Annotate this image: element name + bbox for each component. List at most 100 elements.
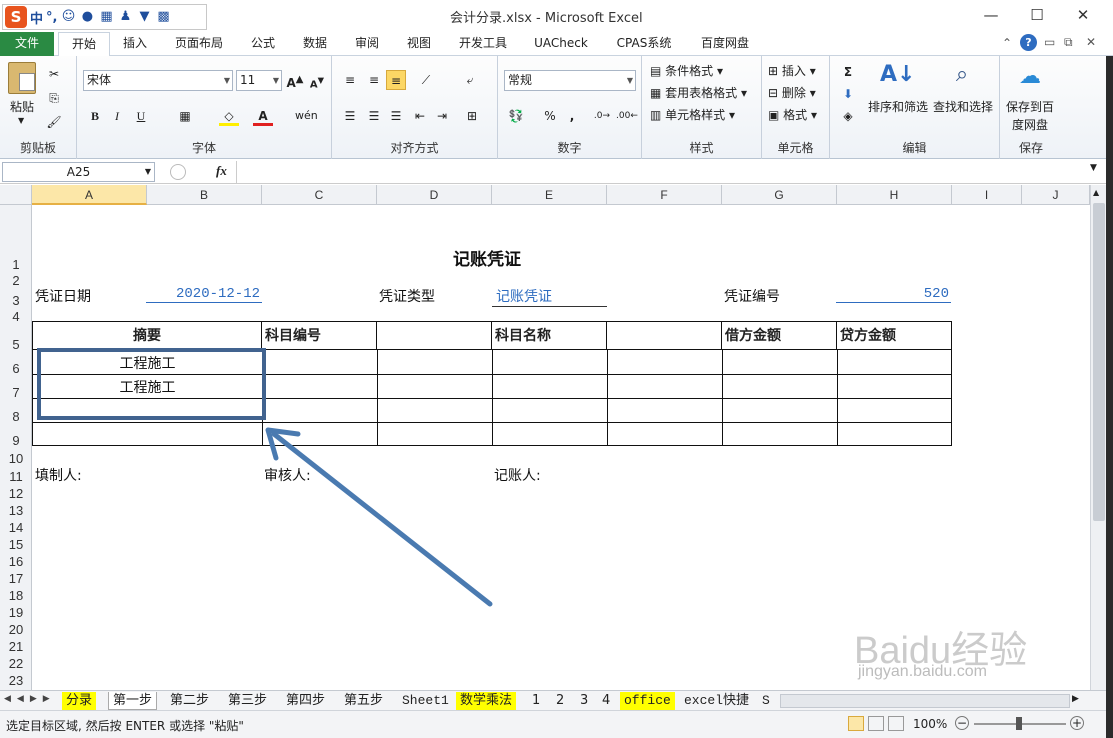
increase-decimal-icon[interactable]: .0→ bbox=[592, 106, 612, 126]
tab-uacheck[interactable]: UACheck bbox=[526, 32, 596, 56]
header-summary[interactable]: 摘要 bbox=[33, 322, 262, 350]
sheet-tab-step2[interactable]: 第二步 bbox=[166, 692, 213, 710]
row-header-17[interactable]: 17 bbox=[0, 571, 32, 587]
sheet-tab-math[interactable]: 数学乘法 bbox=[456, 692, 517, 710]
sheet-tab-step3[interactable]: 第三步 bbox=[224, 692, 271, 710]
ribbon-collapse-icon[interactable]: ⌃ bbox=[1002, 36, 1012, 50]
sheet-tab-sheet1[interactable]: Sheet1 bbox=[398, 692, 453, 710]
header-blank-d[interactable] bbox=[377, 322, 492, 350]
horizontal-scrollbar[interactable] bbox=[780, 694, 1070, 708]
emoji-icon[interactable]: ☺ bbox=[60, 10, 76, 24]
vertical-scrollbar[interactable]: ▲ bbox=[1090, 185, 1106, 690]
align-bottom-icon[interactable]: ≡ bbox=[386, 70, 406, 90]
font-color-icon[interactable]: A bbox=[253, 106, 273, 126]
column-header-f[interactable]: F bbox=[607, 185, 722, 205]
number-label[interactable]: 凭证编号 bbox=[724, 286, 780, 306]
align-left-icon[interactable]: ☰ bbox=[340, 106, 360, 126]
close-button[interactable]: ✕ bbox=[1060, 0, 1106, 30]
cut-icon[interactable]: ✂ bbox=[44, 64, 64, 84]
header-account-code[interactable]: 科目编号 bbox=[262, 322, 377, 350]
ime-punct[interactable]: °, bbox=[46, 10, 57, 25]
row-header-11[interactable]: 11 bbox=[0, 469, 32, 485]
row-header-8[interactable]: 8 bbox=[0, 409, 32, 425]
minimize-button[interactable]: — bbox=[968, 0, 1014, 30]
row-header-5[interactable]: 5 bbox=[0, 337, 32, 353]
find-select-button[interactable]: 查找和选择 bbox=[933, 98, 993, 115]
baidu-cloud-icon[interactable]: ☁ bbox=[1016, 64, 1044, 92]
reviewer-label[interactable]: 审核人: bbox=[264, 465, 311, 485]
paste-button[interactable]: 粘贴 bbox=[10, 98, 34, 115]
sheet-tab-excel-shortcut[interactable]: excel快捷 bbox=[680, 692, 753, 710]
row-header-10[interactable]: 10 bbox=[0, 451, 32, 467]
row-header-12[interactable]: 12 bbox=[0, 486, 32, 502]
help-icon[interactable]: ? bbox=[1020, 34, 1037, 51]
increase-indent-icon[interactable]: ⇥ bbox=[432, 106, 452, 126]
scroll-right-icon[interactable]: ▶ bbox=[1072, 694, 1079, 704]
formula-input[interactable] bbox=[236, 161, 1088, 183]
type-value[interactable]: 记账凭证 bbox=[492, 286, 607, 307]
row-header-18[interactable]: 18 bbox=[0, 588, 32, 604]
row-header-3[interactable]: 3 bbox=[0, 293, 32, 309]
doc-restore-icon[interactable]: ⧉ bbox=[1064, 35, 1073, 50]
row-header-22[interactable]: 22 bbox=[0, 656, 32, 672]
align-center-icon[interactable]: ☰ bbox=[364, 106, 384, 126]
align-top-icon[interactable]: ≡ bbox=[340, 70, 360, 90]
microphone-icon[interactable]: ● bbox=[79, 10, 95, 24]
clear-icon[interactable]: ◈ bbox=[838, 106, 858, 126]
sheet-nav-icons[interactable]: ◀◀▶▶ bbox=[4, 694, 56, 704]
column-header-e[interactable]: E bbox=[492, 185, 607, 205]
phonetic-icon[interactable]: wén bbox=[295, 106, 318, 126]
tab-view[interactable]: 视图 bbox=[398, 32, 440, 56]
tab-home[interactable]: 开始 bbox=[58, 32, 110, 57]
percent-button[interactable]: % bbox=[540, 106, 560, 126]
format-cells-button[interactable]: ▣ 格式 ▾ bbox=[768, 106, 817, 123]
shrink-font-icon[interactable]: A▼ bbox=[307, 70, 327, 90]
bold-button[interactable]: B bbox=[85, 106, 105, 126]
sheet-tab-step5[interactable]: 第五步 bbox=[340, 692, 387, 710]
sheet-tab-entry[interactable]: 分录 bbox=[62, 692, 97, 710]
tab-page-layout[interactable]: 页面布局 bbox=[166, 32, 232, 56]
insert-cells-button[interactable]: ⊞ 插入 ▾ bbox=[768, 62, 816, 79]
tab-insert[interactable]: 插入 bbox=[114, 32, 156, 56]
header-account-name[interactable]: 科目名称 bbox=[492, 322, 607, 350]
zoom-in-icon[interactable]: + bbox=[1070, 716, 1084, 730]
date-value[interactable]: 2020-12-12 bbox=[146, 286, 262, 303]
row-header-20[interactable]: 20 bbox=[0, 622, 32, 638]
type-label[interactable]: 凭证类型 bbox=[379, 286, 435, 306]
column-header-c[interactable]: C bbox=[262, 185, 377, 205]
column-header-h[interactable]: H bbox=[837, 185, 952, 205]
sort-filter-button[interactable]: 排序和筛选 bbox=[868, 98, 928, 115]
zoom-level[interactable]: 100% bbox=[913, 717, 947, 731]
insert-function-icon[interactable]: fx bbox=[216, 163, 227, 179]
tab-file[interactable]: 文件 bbox=[0, 32, 54, 56]
sheet-tab-step4[interactable]: 第四步 bbox=[282, 692, 329, 710]
scroll-thumb[interactable] bbox=[1093, 203, 1105, 521]
keyboard-icon[interactable]: ▦ bbox=[98, 10, 114, 24]
tab-baidu-netdisk[interactable]: 百度网盘 bbox=[690, 32, 760, 56]
save-to-baidu-line1[interactable]: 保存到百 bbox=[1006, 98, 1054, 115]
page-break-view-icon[interactable] bbox=[888, 716, 904, 731]
sheet-tab-1[interactable]: 1 bbox=[528, 692, 544, 710]
zoom-out-icon[interactable]: − bbox=[955, 716, 969, 730]
column-header-i[interactable]: I bbox=[952, 185, 1022, 205]
row-header-4[interactable]: 4 bbox=[0, 309, 32, 325]
decrease-decimal-icon[interactable]: .00← bbox=[616, 106, 638, 126]
row-header-2[interactable]: 2 bbox=[0, 273, 32, 289]
column-header-g[interactable]: G bbox=[722, 185, 837, 205]
voucher-title[interactable]: 记账凭证 bbox=[453, 245, 521, 270]
conditional-format-button[interactable]: ▤ 条件格式 ▾ bbox=[650, 62, 723, 79]
border-icon[interactable]: ▦ bbox=[175, 106, 195, 126]
expand-formula-icon[interactable]: ▼ bbox=[1090, 163, 1097, 173]
tab-review[interactable]: 审阅 bbox=[346, 32, 388, 56]
sheet-tab-2[interactable]: 2 bbox=[552, 692, 568, 710]
bookkeeper-label[interactable]: 记账人: bbox=[494, 465, 541, 485]
binoculars-icon[interactable]: ⌕ bbox=[948, 62, 976, 92]
row-header-15[interactable]: 15 bbox=[0, 537, 32, 553]
scroll-up-icon[interactable]: ▲ bbox=[1093, 188, 1099, 197]
formula-cancel-icon[interactable] bbox=[170, 164, 186, 180]
comma-button[interactable]: , bbox=[562, 106, 582, 126]
preparer-label[interactable]: 填制人: bbox=[35, 465, 82, 485]
column-header-j[interactable]: J bbox=[1022, 185, 1090, 205]
header-credit[interactable]: 贷方金额 bbox=[837, 322, 951, 350]
sheet-tab-3[interactable]: 3 bbox=[576, 692, 592, 710]
